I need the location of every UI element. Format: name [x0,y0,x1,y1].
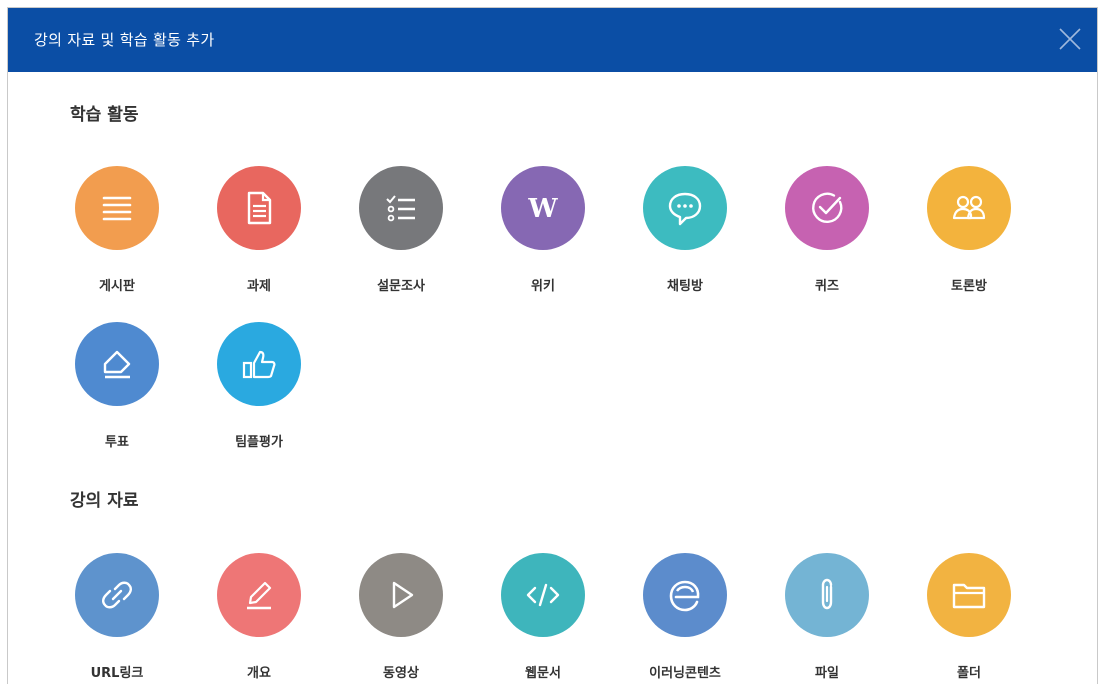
tile-icon-circle [75,322,159,406]
tile-icon-circle [643,553,727,637]
section-title-activities: 학습 활동 [70,105,139,125]
tile-elearning-content[interactable]: 이러닝콘텐츠 [625,553,745,683]
tile-icon-circle [501,553,585,637]
tile-label: 게시판 [99,279,135,294]
paperclip-icon [807,575,847,615]
wiki-w-icon: W [523,188,563,228]
tile-label: 토론방 [951,279,987,294]
tile-folder[interactable]: 폴더 [909,553,1029,683]
tile-survey[interactable]: 설문조사 [341,166,461,296]
tile-icon-circle [359,166,443,250]
tile-wiki[interactable]: W 위키 [483,166,603,296]
link-icon [97,575,137,615]
check-circle-icon [807,188,847,228]
tile-label: 채팅방 [667,279,703,294]
tile-icon-circle [643,166,727,250]
tile-assignment[interactable]: 과제 [199,166,319,296]
tile-label: 개요 [247,666,271,681]
tile-icon-circle [217,553,301,637]
document-icon [239,188,279,228]
tile-vote[interactable]: 투표 [57,322,177,452]
code-icon [523,575,563,615]
tile-icon-circle [359,553,443,637]
tile-label: 동영상 [383,666,419,681]
tile-label: 퀴즈 [815,279,839,294]
tile-team-evaluation[interactable]: 팀플평가 [199,322,319,452]
section-title-materials: 강의 자료 [70,491,139,511]
tile-label: 웹문서 [525,666,561,681]
tile-icon-circle [217,166,301,250]
tile-label: URL링크 [90,666,144,681]
eraser-icon [97,344,137,384]
people-icon [949,188,989,228]
tile-icon-circle [75,166,159,250]
tile-web-document[interactable]: 웹문서 [483,553,603,683]
tile-label: 팀플평가 [235,435,283,450]
tile-label: 파일 [815,666,839,681]
tile-label: 위키 [531,279,555,294]
ie-e-icon [665,575,705,615]
add-content-dialog: 강의 자료 및 학습 활동 추가 학습 활동 게시판 과제 설문조사 W 위키 … [7,7,1098,684]
svg-text:W: W [527,194,558,224]
tile-icon-circle: W [501,166,585,250]
tile-label: 투표 [105,435,129,450]
tile-discussion[interactable]: 토론방 [909,166,1029,296]
checklist-icon [381,188,421,228]
tile-label: 폴더 [957,666,981,681]
folder-icon [949,575,989,615]
chat-bubble-icon [665,188,705,228]
tile-icon-circle [927,553,1011,637]
close-icon[interactable] [1057,26,1083,52]
tile-icon-circle [217,322,301,406]
play-icon [381,575,421,615]
tile-icon-circle [927,166,1011,250]
tile-board[interactable]: 게시판 [57,166,177,296]
list-icon [97,188,137,228]
tile-label: 설문조사 [377,279,425,294]
tile-icon-circle [785,553,869,637]
tile-label: 과제 [247,279,271,294]
tile-icon-circle [75,553,159,637]
tile-file[interactable]: 파일 [767,553,887,683]
tile-quiz[interactable]: 퀴즈 [767,166,887,296]
dialog-title: 강의 자료 및 학습 활동 추가 [34,31,215,49]
tile-overview[interactable]: 개요 [199,553,319,683]
tile-chatroom[interactable]: 채팅방 [625,166,745,296]
dialog-header: 강의 자료 및 학습 활동 추가 [8,8,1097,72]
tile-icon-circle [785,166,869,250]
pencil-icon [239,575,279,615]
tile-video[interactable]: 동영상 [341,553,461,683]
tile-url-link[interactable]: URL링크 [57,553,177,683]
tile-label: 이러닝콘텐츠 [649,666,721,681]
thumbs-up-icon [239,344,279,384]
